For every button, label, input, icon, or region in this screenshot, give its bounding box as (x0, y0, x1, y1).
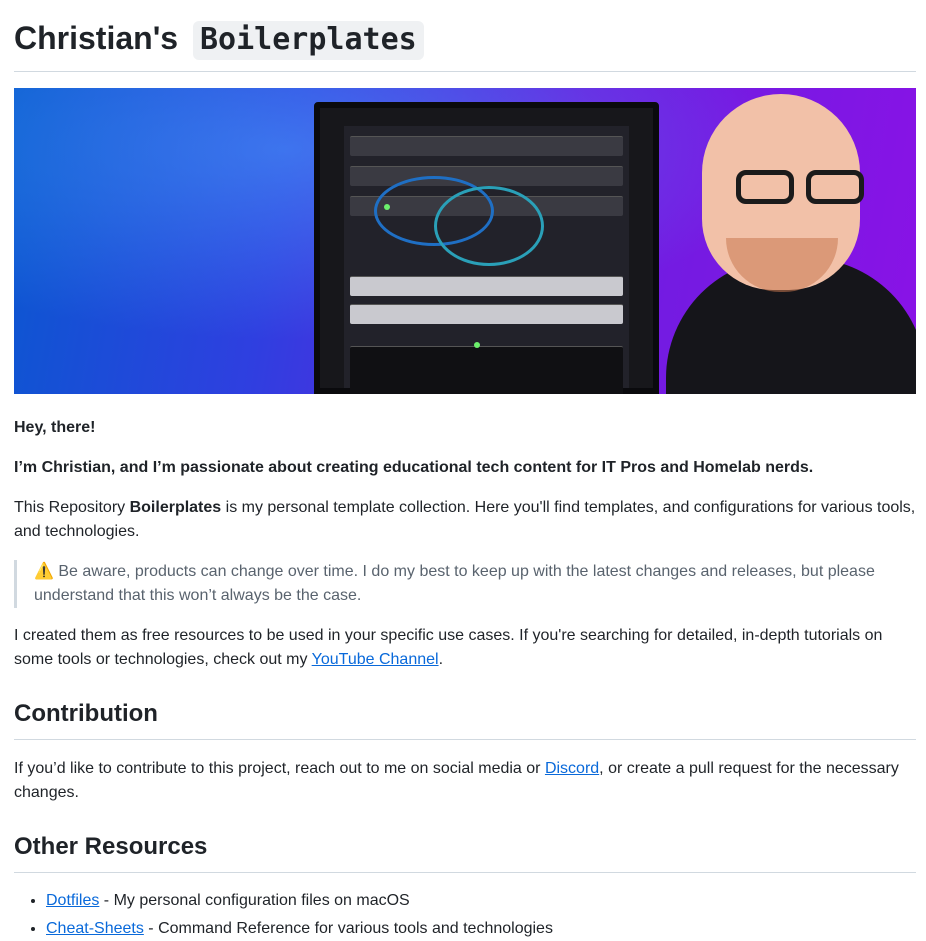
contribution-paragraph: If you’d like to contribute to this proj… (14, 760, 899, 801)
dotfiles-link[interactable]: Dotfiles (46, 892, 99, 909)
warning-note: ⚠️ Be aware, products can change over ti… (14, 560, 916, 608)
status-led (384, 204, 390, 210)
status-led (474, 342, 480, 348)
greeting: Hey, there! (14, 419, 96, 436)
repo-description: This Repository Boilerplates is my perso… (14, 499, 916, 540)
glasses-right (806, 170, 864, 204)
free-resources-paragraph: I created them as free resources to be u… (14, 627, 883, 668)
warning-text: Be aware, products can change over time.… (34, 563, 875, 604)
cable (434, 186, 544, 266)
other-resources-heading: Other Resources (14, 832, 916, 873)
server-rack-illustration (314, 102, 659, 394)
rack-unit (350, 346, 623, 394)
rack-unit (350, 166, 623, 186)
readme-content: Christian's Boilerplates Hey, there! I’m… (0, 0, 926, 941)
warning-icon: ⚠️ (34, 563, 54, 580)
title-prefix: Christian's (14, 20, 179, 56)
rack-inner (344, 126, 629, 394)
discord-link[interactable]: Discord (545, 760, 599, 777)
rack-unit (350, 304, 623, 324)
page-title: Christian's Boilerplates (14, 0, 916, 72)
contribution-heading: Contribution (14, 699, 916, 740)
hero-banner-image (14, 88, 916, 394)
rack-unit (350, 276, 623, 296)
cheat-sheets-link[interactable]: Cheat-Sheets (46, 920, 144, 937)
youtube-channel-link[interactable]: YouTube Channel (312, 651, 439, 668)
tagline: I’m Christian, and I’m passionate about … (14, 459, 814, 476)
repo-name: Boilerplates (129, 499, 222, 516)
glasses-left (736, 170, 794, 204)
list-item: Cheat-Sheets - Command Reference for var… (46, 917, 916, 941)
person-photo (656, 88, 916, 394)
title-code: Boilerplates (192, 21, 424, 60)
rack-unit (350, 136, 623, 156)
list-item: Dotfiles - My personal configuration fil… (46, 889, 916, 913)
resources-list: Dotfiles - My personal configuration fil… (14, 889, 916, 941)
